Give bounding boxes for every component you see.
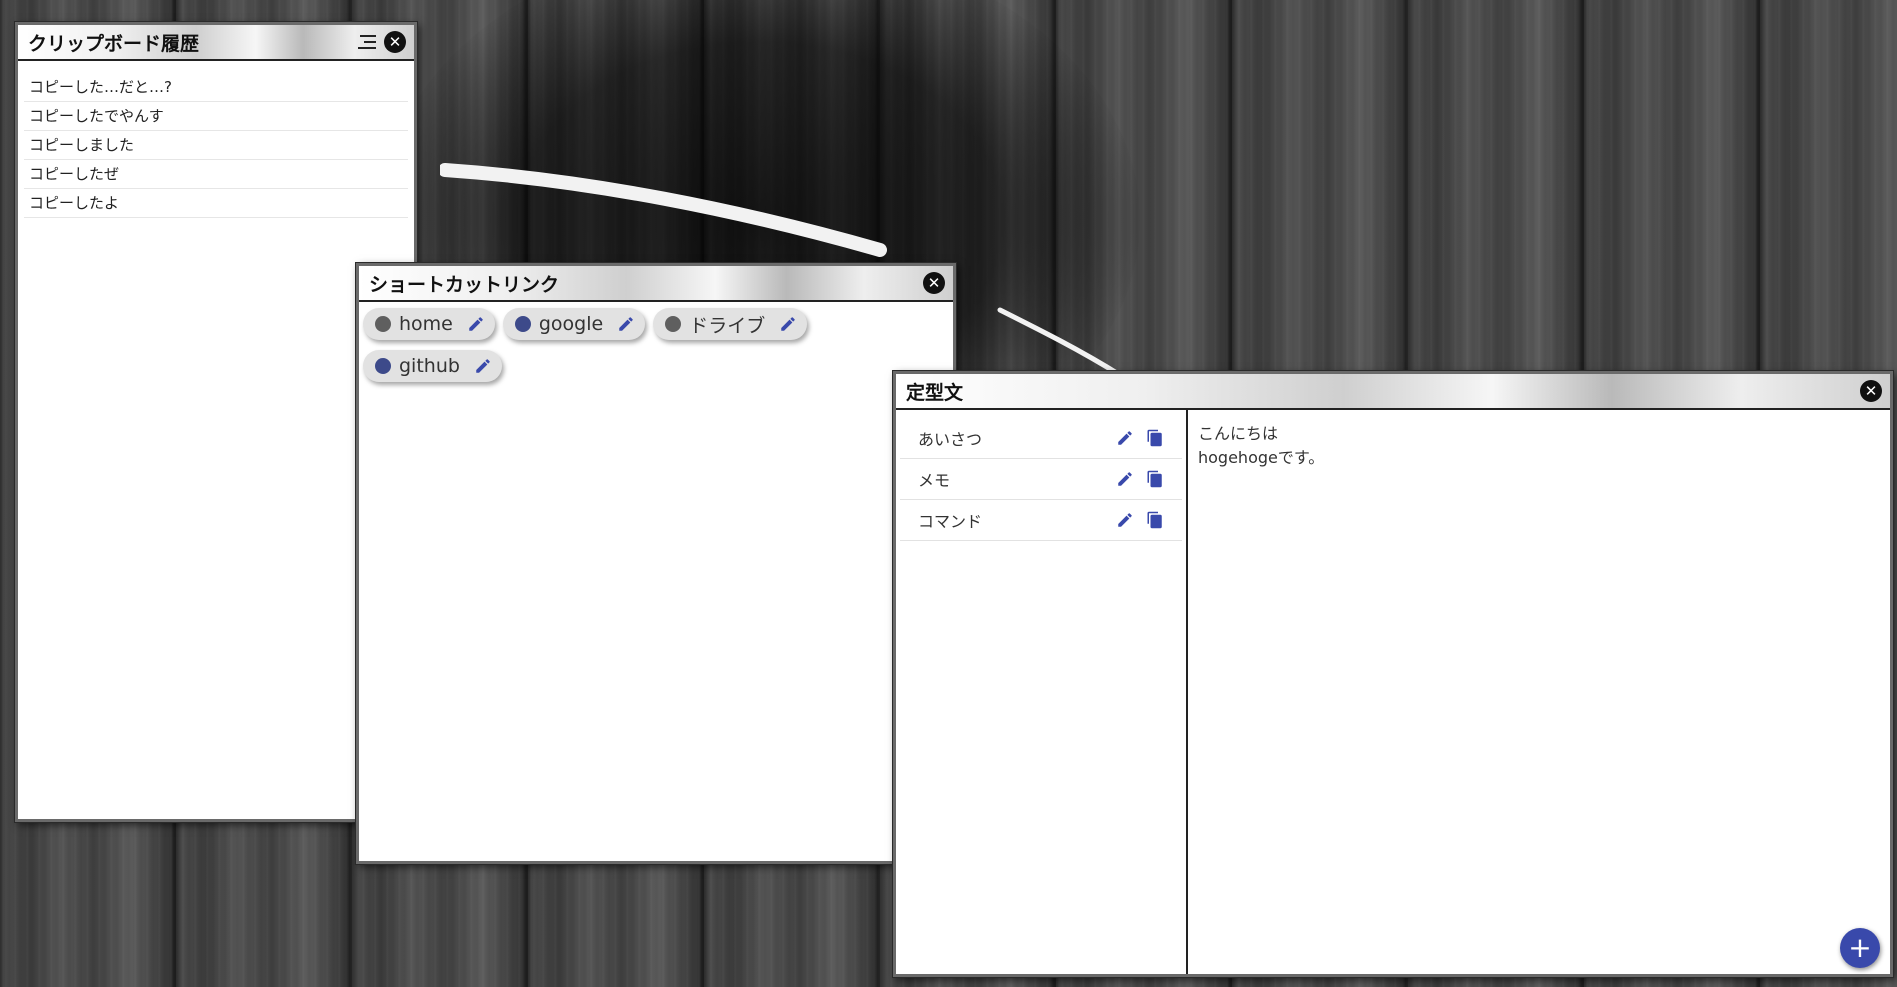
edit-pencil-icon[interactable] (617, 315, 635, 333)
clipboard-item[interactable]: コピーしたぜ (24, 160, 408, 189)
shortcut-chip-google[interactable]: google (502, 308, 646, 340)
template-phrases-window: 定型文 ✕ あいさつ メモ コマンド こんにちは hogehogeです。 + (893, 371, 1893, 977)
menu-icon[interactable] (356, 35, 376, 49)
clipboard-item[interactable]: コピーしたでやんす (24, 102, 408, 131)
template-item-label: コマンド (918, 512, 983, 531)
edit-pencil-icon[interactable] (1116, 511, 1134, 529)
edit-pencil-icon[interactable] (779, 315, 797, 333)
template-list: あいさつ メモ コマンド (896, 410, 1188, 974)
edit-pencil-icon[interactable] (1116, 470, 1134, 488)
template-content-line: こんにちは (1198, 424, 1279, 443)
clipboard-item[interactable]: コピーしました (24, 131, 408, 160)
shortcut-links-window: ショートカットリンク ✕ home google ドライブ github (356, 263, 956, 864)
clipboard-item[interactable]: コピーした…だと…? (24, 73, 408, 102)
shortcut-chip-list: home google ドライブ github (359, 302, 927, 388)
close-icon[interactable]: ✕ (384, 31, 406, 53)
template-item-label: あいさつ (918, 430, 983, 449)
window-title: 定型文 (906, 381, 964, 404)
shortcut-label: ドライブ (689, 314, 766, 337)
template-content-area[interactable]: こんにちは hogehogeです。 + (1188, 410, 1890, 974)
template-item[interactable]: あいさつ (900, 418, 1182, 459)
clipboard-titlebar[interactable]: クリップボード履歴 ✕ (18, 25, 414, 61)
edit-pencil-icon[interactable] (467, 315, 485, 333)
shortcut-chip-drive[interactable]: ドライブ (653, 308, 808, 340)
edit-pencil-icon[interactable] (1116, 429, 1134, 447)
status-dot-icon (375, 316, 391, 332)
template-content-line: hogehogeです。 (1198, 448, 1325, 467)
clipboard-item[interactable]: コピーしたよ (24, 189, 408, 218)
shortcut-label: google (538, 313, 604, 335)
status-dot-icon (514, 316, 531, 332)
template-titlebar[interactable]: 定型文 ✕ (896, 374, 1890, 410)
shortcut-label: home (399, 313, 453, 335)
add-template-button[interactable]: + (1840, 928, 1880, 968)
template-item[interactable]: コマンド (900, 500, 1182, 541)
status-dot-icon (665, 316, 682, 332)
shortcut-label: github (399, 355, 460, 377)
clipboard-list: コピーした…だと…? コピーしたでやんす コピーしました コピーしたぜ コピーし… (18, 61, 414, 218)
shortcut-chip-home[interactable]: home (363, 308, 495, 340)
window-title: クリップボード履歴 (28, 32, 200, 55)
copy-icon[interactable] (1146, 511, 1164, 529)
template-item[interactable]: メモ (900, 459, 1182, 500)
status-dot-icon (375, 358, 391, 374)
shortcut-chip-github[interactable]: github (363, 350, 502, 382)
copy-icon[interactable] (1146, 429, 1164, 447)
window-title: ショートカットリンク (369, 273, 560, 296)
shortcut-titlebar[interactable]: ショートカットリンク ✕ (359, 266, 953, 302)
close-icon[interactable]: ✕ (923, 272, 945, 294)
close-icon[interactable]: ✕ (1860, 380, 1882, 402)
edit-pencil-icon[interactable] (474, 357, 492, 375)
copy-icon[interactable] (1146, 470, 1164, 488)
template-item-label: メモ (918, 471, 951, 490)
